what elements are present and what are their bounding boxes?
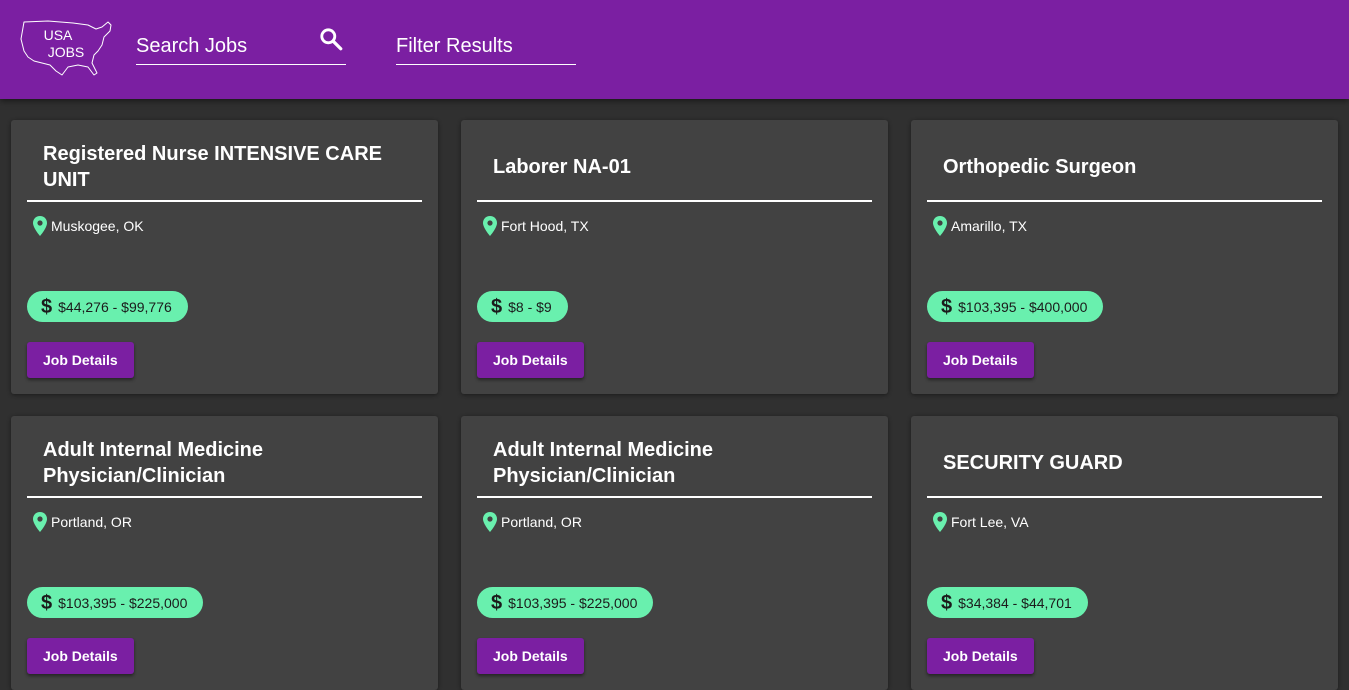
- search-input[interactable]: Search Jobs: [136, 24, 346, 65]
- salary-badge: $ $8 - $9: [477, 291, 568, 322]
- dollar-icon: $: [41, 295, 53, 318]
- dollar-icon: $: [491, 591, 503, 614]
- dollar-icon: $: [491, 295, 503, 318]
- salary-text: $34,384 - $44,701: [958, 594, 1072, 611]
- location-text: Fort Hood, TX: [501, 218, 589, 234]
- job-title-container: Adult Internal Medicine Physician/Clinic…: [477, 416, 872, 498]
- job-card: Registered Nurse INTENSIVE CARE UNIT Mus…: [11, 120, 438, 394]
- location-text: Portland, OR: [51, 514, 132, 530]
- usa-jobs-logo[interactable]: USA JOBS: [18, 17, 114, 79]
- salary-text: $103,395 - $225,000: [508, 594, 638, 611]
- job-title: SECURITY GUARD: [943, 452, 1123, 474]
- job-details-button[interactable]: Job Details: [27, 638, 134, 674]
- job-title-container: Orthopedic Surgeon: [927, 120, 1322, 202]
- job-location: Amarillo, TX: [933, 214, 1027, 236]
- job-details-button[interactable]: Job Details: [477, 638, 584, 674]
- job-title-container: Registered Nurse INTENSIVE CARE UNIT: [27, 120, 422, 202]
- job-title: Adult Internal Medicine Physician/Clinic…: [493, 439, 714, 487]
- job-title-container: Adult Internal Medicine Physician/Clinic…: [27, 416, 422, 498]
- location-text: Muskogee, OK: [51, 218, 144, 234]
- location-pin-icon: [33, 216, 47, 236]
- salary-badge: $ $34,384 - $44,701: [927, 587, 1088, 618]
- logo-line-1: USA: [43, 27, 73, 43]
- filter-placeholder: Filter Results: [396, 35, 513, 57]
- job-card: Laborer NA-01 Fort Hood, TX $ $8 - $9 Jo…: [461, 120, 888, 394]
- logo-text: USA JOBS: [18, 27, 98, 61]
- location-text: Fort Lee, VA: [951, 514, 1029, 530]
- job-location: Fort Hood, TX: [483, 214, 589, 236]
- salary-text: $103,395 - $400,000: [958, 298, 1088, 315]
- job-title-container: SECURITY GUARD: [927, 416, 1322, 498]
- job-details-button[interactable]: Job Details: [927, 638, 1034, 674]
- salary-text: $103,395 - $225,000: [58, 594, 188, 611]
- search-placeholder: Search Jobs: [136, 35, 248, 57]
- salary-badge: $ $103,395 - $225,000: [477, 587, 654, 618]
- job-card: Adult Internal Medicine Physician/Clinic…: [11, 416, 438, 690]
- location-text: Portland, OR: [501, 514, 582, 530]
- location-pin-icon: [483, 512, 497, 532]
- job-card: SECURITY GUARD Fort Lee, VA $ $34,384 - …: [911, 416, 1338, 690]
- dollar-icon: $: [941, 591, 953, 614]
- salary-text: $44,276 - $99,776: [58, 298, 172, 315]
- location-pin-icon: [933, 216, 947, 236]
- location-text: Amarillo, TX: [951, 218, 1027, 234]
- job-results-grid: Registered Nurse INTENSIVE CARE UNIT Mus…: [0, 99, 1349, 690]
- job-details-button[interactable]: Job Details: [927, 342, 1034, 378]
- job-title-container: Laborer NA-01: [477, 120, 872, 202]
- salary-text: $8 - $9: [508, 298, 552, 315]
- dollar-icon: $: [41, 591, 53, 614]
- job-title: Registered Nurse INTENSIVE CARE UNIT: [43, 143, 382, 191]
- job-location: Muskogee, OK: [33, 214, 144, 236]
- job-title: Laborer NA-01: [493, 156, 631, 178]
- job-details-button[interactable]: Job Details: [27, 342, 134, 378]
- logo-line-2: JOBS: [47, 44, 85, 60]
- salary-badge: $ $44,276 - $99,776: [27, 291, 188, 322]
- dollar-icon: $: [941, 295, 953, 318]
- job-location: Fort Lee, VA: [933, 510, 1029, 532]
- job-location: Portland, OR: [483, 510, 582, 532]
- job-title: Orthopedic Surgeon: [943, 156, 1137, 178]
- search-icon[interactable]: [318, 26, 344, 52]
- location-pin-icon: [933, 512, 947, 532]
- salary-badge: $ $103,395 - $225,000: [27, 587, 204, 618]
- job-details-button[interactable]: Job Details: [477, 342, 584, 378]
- location-pin-icon: [33, 512, 47, 532]
- salary-badge: $ $103,395 - $400,000: [927, 291, 1104, 322]
- location-pin-icon: [483, 216, 497, 236]
- app-header: USA JOBS Search Jobs Filter Results: [0, 0, 1349, 99]
- filter-input[interactable]: Filter Results: [396, 24, 576, 65]
- job-location: Portland, OR: [33, 510, 132, 532]
- job-card: Orthopedic Surgeon Amarillo, TX $ $103,3…: [911, 120, 1338, 394]
- job-card: Adult Internal Medicine Physician/Clinic…: [461, 416, 888, 690]
- job-title: Adult Internal Medicine Physician/Clinic…: [43, 439, 264, 487]
